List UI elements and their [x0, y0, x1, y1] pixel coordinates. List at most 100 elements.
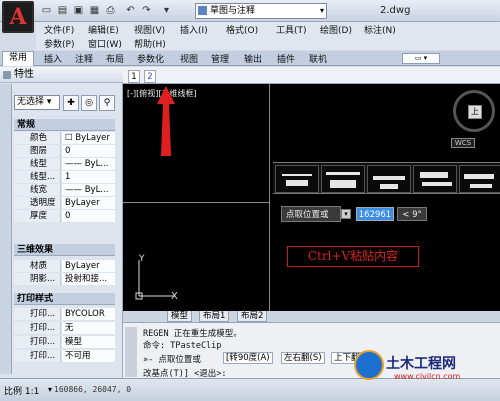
status-bar: 比例 1:1 ▾ 160866, 26047, 0 — [0, 378, 500, 401]
wcs-menu[interactable]: WCS — [451, 138, 475, 148]
ribbon-minimize-button[interactable]: ▭ ▾ — [402, 53, 440, 64]
cursor-coordinates[interactable]: 160866, 26047, 0 — [54, 385, 131, 394]
menu-bar: 文件(F) 编辑(E) 视图(V) 插入(I) 格式(O) 工具(T) 绘图(D… — [36, 22, 500, 36]
menu-view[interactable]: 视图(V) — [134, 23, 165, 36]
select-objects-icon[interactable]: ◎ — [81, 95, 97, 111]
prop-row[interactable]: 颜色 ☐ ByLayer — [14, 132, 115, 144]
redo-icon[interactable]: ↷ — [140, 4, 153, 17]
print-icon[interactable]: ⎙ — [104, 4, 117, 17]
prop-row[interactable]: 图层 0 — [14, 145, 115, 157]
command-history-line: REGEN 正在重生成模型。 — [143, 329, 242, 339]
tab-layout1[interactable]: 布局1 — [199, 311, 230, 322]
gear-icon — [198, 6, 207, 15]
prop-row[interactable]: 阴影... 投射和接... — [14, 273, 115, 285]
save-icon[interactable]: ▣ — [72, 4, 85, 17]
prop-row[interactable]: 线型... 1 — [14, 171, 115, 183]
prop-row[interactable]: 线型 —— ByL... — [14, 158, 115, 170]
dynamic-input: 点取位置或 ▾ 162961 < 9° — [281, 206, 431, 222]
tab-online[interactable]: 联机 — [309, 52, 327, 65]
tab-output[interactable]: 输出 — [244, 52, 262, 65]
tab-model[interactable]: 模型 — [167, 311, 193, 322]
site-logo — [354, 350, 384, 380]
doc-tab-2[interactable]: 2 — [144, 70, 156, 83]
prop-row[interactable]: 打印... 不可用 — [14, 350, 115, 362]
option-rotate90[interactable]: [转90度(A) — [223, 352, 273, 364]
panel-grip-icon — [3, 71, 11, 79]
thumbnail — [367, 165, 411, 193]
prop-row[interactable]: 打印... 模型 — [14, 336, 115, 348]
viewcube-face[interactable]: 上 — [468, 105, 482, 119]
quick-select-icon[interactable]: ⚲ — [99, 95, 115, 111]
options-down-icon[interactable]: ▾ — [341, 209, 351, 219]
undo-icon[interactable]: ↶ — [124, 4, 137, 17]
command-prompt[interactable]: »- 点取位置或 — [143, 353, 201, 365]
tab-layout[interactable]: 布局 — [106, 52, 124, 65]
annotation-callout: Ctrl+V粘贴内容 — [287, 246, 419, 267]
menu-file[interactable]: 文件(F) — [44, 23, 74, 36]
workspace-select[interactable]: 草图与注释 ▾ — [195, 3, 327, 19]
tab-layout2[interactable]: 布局2 — [237, 311, 268, 322]
drawing-canvas[interactable]: [-][俯视][二维线框] 上 WCS 点取位置或 ▾ 162961 < 9° … — [123, 84, 500, 311]
application-menu-button[interactable]: A — [2, 1, 34, 33]
prop-row[interactable]: 打印... 无 — [14, 322, 115, 334]
menu-insert[interactable]: 插入(I) — [180, 23, 208, 36]
save-as-icon[interactable]: ▦ — [88, 4, 101, 17]
drawing-thumbnails — [273, 162, 500, 194]
selection-dropdown[interactable]: 无选择 ▾ — [14, 95, 60, 110]
ucs-x-label: X — [171, 291, 178, 302]
document-tabs — [123, 67, 500, 84]
menu-edit[interactable]: 编辑(E) — [88, 23, 119, 36]
tab-parametric[interactable]: 参数化 — [137, 52, 164, 65]
menu-dimension[interactable]: 标注(N) — [364, 23, 396, 36]
dynamic-input-prompt: 点取位置或 — [281, 206, 341, 222]
viewcube[interactable]: 上 — [453, 90, 495, 132]
command-history-line: 命令: TPasteClip — [143, 341, 222, 351]
menu-window[interactable]: 窗口(W) — [88, 37, 122, 50]
prop-row[interactable]: 打印... BYCOLOR — [14, 308, 115, 320]
thumbnail — [321, 165, 365, 193]
section-3d-effects[interactable]: 三维效果 — [14, 244, 115, 256]
tab-view[interactable]: 视图 — [180, 52, 198, 65]
layout-tabs: 模型 布局1 布局2 — [123, 311, 500, 322]
thumbnail — [459, 165, 500, 193]
toggle-pickadd-icon[interactable]: ✚ — [63, 95, 79, 111]
tab-annotate[interactable]: 注释 — [75, 52, 93, 65]
watermark-title: 土木工程网 — [386, 356, 456, 372]
tab-insert[interactable]: 插入 — [44, 52, 62, 65]
prop-row[interactable]: 厚度 0 — [14, 210, 115, 222]
option-flip-horizontal[interactable]: 左右翻(S) — [281, 352, 325, 364]
dropdown-icon[interactable]: ▾ — [160, 4, 173, 17]
menu-params[interactable]: 参数(P) — [44, 37, 74, 50]
menu-bar-row2: 参数(P) 窗口(W) 帮助(H) — [36, 36, 500, 50]
menu-draw[interactable]: 绘图(D) — [320, 23, 352, 36]
viewport-divider — [269, 84, 270, 311]
angle-input[interactable]: < 9° — [397, 207, 427, 221]
pointer-arrow-icon — [157, 86, 175, 156]
section-general[interactable]: 常规 — [14, 119, 115, 131]
prop-row[interactable]: 线宽 —— ByL... — [14, 184, 115, 196]
tab-manage[interactable]: 管理 — [211, 52, 229, 65]
distance-input[interactable]: 162961 — [356, 207, 394, 221]
viewport-divider — [123, 202, 269, 203]
panel-side-strip[interactable] — [0, 84, 12, 374]
watermark-url: www.civilcn.com — [394, 372, 461, 381]
annotation-scale[interactable]: 比例 1:1 — [4, 384, 39, 397]
thumbnail — [275, 165, 319, 193]
open-icon[interactable]: ▤ — [56, 4, 69, 17]
ucs-y-label: Y — [139, 254, 145, 264]
prop-row[interactable]: 材质 ByLayer — [14, 260, 115, 272]
section-plot-style[interactable]: 打印样式 — [14, 293, 115, 305]
command-grip[interactable] — [125, 327, 137, 377]
new-icon[interactable]: ▭ — [40, 4, 53, 17]
properties-panel: 特性 无选择 ▾ ✚ ◎ ⚲ 常规 颜色 ☐ ByLayer 图层 0 线型 —— B… — [0, 67, 123, 378]
tab-home[interactable]: 常用 — [2, 51, 34, 66]
menu-format[interactable]: 格式(O) — [226, 23, 258, 36]
properties-title: 特性 — [0, 67, 123, 83]
tab-plugins[interactable]: 插件 — [277, 52, 295, 65]
menu-help[interactable]: 帮助(H) — [134, 37, 166, 50]
doc-tab-1[interactable]: 1 — [128, 70, 140, 83]
scale-dropdown-icon[interactable]: ▾ — [48, 385, 52, 394]
prop-row[interactable]: 透明度 ByLayer — [14, 197, 115, 209]
menu-tools[interactable]: 工具(T) — [276, 23, 307, 36]
chevron-down-icon: ▾ — [319, 6, 324, 15]
